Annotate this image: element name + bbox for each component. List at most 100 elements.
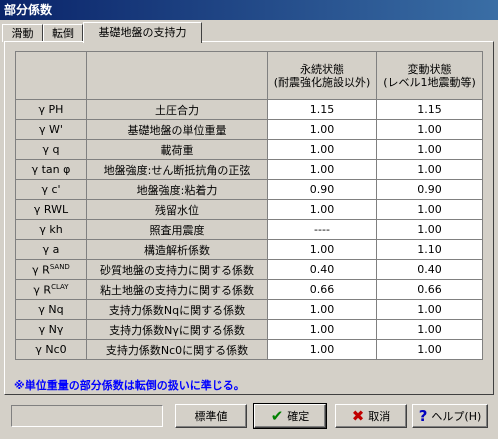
permanent-value-cell[interactable]: 1.00: [267, 139, 377, 160]
row-description: 照査用震度: [86, 219, 268, 240]
permanent-value-cell[interactable]: 1.00: [267, 199, 377, 220]
variable-value-cell[interactable]: 1.00: [376, 219, 483, 240]
header-permanent-line2: (耐震強化施設以外): [273, 75, 371, 89]
row-symbol-text: γ Nc0: [35, 343, 67, 356]
row-symbol-text: γ Nγ: [38, 323, 64, 336]
header-variable: 変動状態 (レベル1地震動等): [376, 51, 483, 100]
header-symbol: [15, 51, 87, 100]
variable-value-cell[interactable]: 1.00: [376, 199, 483, 220]
table-row: γ q 載荷重 1.00 1.00: [15, 139, 483, 160]
permanent-value-cell[interactable]: 1.15: [267, 99, 377, 120]
row-symbol: γ kh: [15, 219, 87, 240]
row-symbol-text: γ a: [42, 243, 60, 256]
row-symbol-text: γ PH: [38, 103, 64, 116]
tab-sliding[interactable]: 滑動: [2, 24, 43, 42]
table-row: γ Nc0 支持力係数Nc0に関する係数 1.00 1.00: [15, 339, 483, 360]
table-header-row: 永続状態 (耐震強化施設以外) 変動状態 (レベル1地震動等): [15, 51, 483, 100]
variable-value-cell[interactable]: 1.00: [376, 319, 483, 340]
row-symbol: γ Nγ: [15, 319, 87, 340]
row-symbol-superscript: SAND: [49, 262, 70, 271]
row-symbol: γ Nc0: [15, 339, 87, 360]
row-symbol: γ PH: [15, 99, 87, 120]
variable-value-cell[interactable]: 1.00: [376, 159, 483, 180]
variable-value-cell[interactable]: 0.90: [376, 179, 483, 200]
permanent-value-cell[interactable]: 0.40: [267, 259, 377, 280]
row-description: 残留水位: [86, 199, 268, 220]
variable-value-cell[interactable]: 1.00: [376, 139, 483, 160]
help-button[interactable]: ? ヘルプ(H): [412, 404, 488, 428]
row-symbol: γ c': [15, 179, 87, 200]
variable-value-cell[interactable]: 0.66: [376, 279, 483, 300]
header-variable-line1: 変動状態: [407, 62, 452, 76]
table-row: γ RCLAY 粘土地盤の支持力に関する係数 0.66 0.66: [15, 279, 483, 300]
permanent-value-cell[interactable]: 1.00: [267, 119, 377, 140]
window-title: 部分係数: [4, 3, 53, 17]
table-row: γ kh 照査用震度 ---- 1.00: [15, 219, 483, 240]
partial-factor-table: 永続状態 (耐震強化施設以外) 変動状態 (レベル1地震動等) γ PH 土圧合力…: [15, 51, 483, 360]
table-row: γ W' 基礎地盤の単位重量 1.00 1.00: [15, 119, 483, 140]
table-row: γ RSAND 砂質地盤の支持力に関する係数 0.40 0.40: [15, 259, 483, 280]
row-symbol: γ a: [15, 239, 87, 260]
table-row: γ Nγ 支持力係数Nγに関する係数 1.00 1.00: [15, 319, 483, 340]
variable-value-cell[interactable]: 1.00: [376, 339, 483, 360]
tab-bearing-capacity[interactable]: 基礎地盤の支持力: [83, 22, 202, 43]
permanent-value-cell[interactable]: 1.00: [267, 319, 377, 340]
permanent-value-cell[interactable]: 1.00: [267, 159, 377, 180]
row-description: 基礎地盤の単位重量: [86, 119, 268, 140]
row-symbol: γ RSAND: [15, 259, 87, 280]
header-permanent: 永続状態 (耐震強化施設以外): [267, 51, 377, 100]
note-text: ※単位重量の部分係数は転倒の扱いに準じる。: [14, 379, 245, 392]
cancel-button[interactable]: ✖ 取消: [335, 404, 407, 428]
tab-sliding-label: 滑動: [11, 27, 34, 40]
row-description: 砂質地盤の支持力に関する係数: [86, 259, 268, 280]
row-symbol: γ Nq: [15, 299, 87, 320]
row-symbol-text: γ Nq: [38, 303, 64, 316]
row-description: 支持力係数Nγに関する係数: [86, 319, 268, 340]
row-description: 土圧合力: [86, 99, 268, 120]
variable-value-cell[interactable]: 1.00: [376, 119, 483, 140]
permanent-value-cell[interactable]: 1.00: [267, 299, 377, 320]
ok-button[interactable]: ✔ 確定: [253, 403, 327, 429]
row-symbol: γ W': [15, 119, 87, 140]
row-symbol-text: γ tan φ: [31, 163, 71, 176]
row-description: 支持力係数Nqに関する係数: [86, 299, 268, 320]
help-label: ヘルプ(H): [431, 410, 482, 423]
ok-label: 確定: [287, 410, 310, 423]
row-symbol: γ tan φ: [15, 159, 87, 180]
status-field: [11, 405, 163, 427]
row-symbol: γ RWL: [15, 199, 87, 220]
row-symbol-text: γ W': [39, 123, 63, 136]
row-description: 載荷重: [86, 139, 268, 160]
row-symbol: γ RCLAY: [15, 279, 87, 300]
table-row: γ Nq 支持力係数Nqに関する係数 1.00 1.00: [15, 299, 483, 320]
variable-value-cell[interactable]: 1.15: [376, 99, 483, 120]
x-icon: ✖: [351, 406, 365, 425]
tab-overturning-label: 転倒: [52, 27, 74, 40]
tab-overturning[interactable]: 転倒: [43, 24, 83, 42]
permanent-value-cell[interactable]: 0.66: [267, 279, 377, 300]
table-row: γ RWL 残留水位 1.00 1.00: [15, 199, 483, 220]
variable-value-cell[interactable]: 1.10: [376, 239, 483, 260]
variable-value-cell[interactable]: 1.00: [376, 299, 483, 320]
title-bar: 部分係数: [0, 0, 498, 20]
permanent-value-cell[interactable]: 1.00: [267, 339, 377, 360]
table-row: γ c' 地盤強度:粘着力 0.90 0.90: [15, 179, 483, 200]
row-symbol-text: γ RWL: [33, 203, 69, 216]
tab-bearing-capacity-label: 基礎地盤の支持力: [98, 26, 187, 39]
permanent-value-cell[interactable]: 0.90: [267, 179, 377, 200]
row-symbol: γ q: [15, 139, 87, 160]
permanent-value-cell[interactable]: 1.00: [267, 239, 377, 260]
variable-value-cell[interactable]: 0.40: [376, 259, 483, 280]
header-variable-line2: (レベル1地震動等): [383, 75, 476, 89]
header-description: [86, 51, 268, 100]
row-description: 支持力係数Nc0に関する係数: [86, 339, 268, 360]
permanent-value-cell[interactable]: ----: [267, 219, 377, 240]
row-symbol-text: γ q: [42, 143, 60, 156]
row-symbol-text: γ R: [32, 263, 50, 277]
row-symbol-text: γ c': [41, 183, 61, 196]
row-symbol-text: γ R: [33, 283, 52, 297]
header-permanent-line1: 永続状態: [300, 62, 344, 76]
standard-value-button[interactable]: 標準値: [175, 404, 247, 428]
cancel-label: 取消: [368, 410, 391, 423]
check-icon: ✔: [270, 406, 284, 425]
